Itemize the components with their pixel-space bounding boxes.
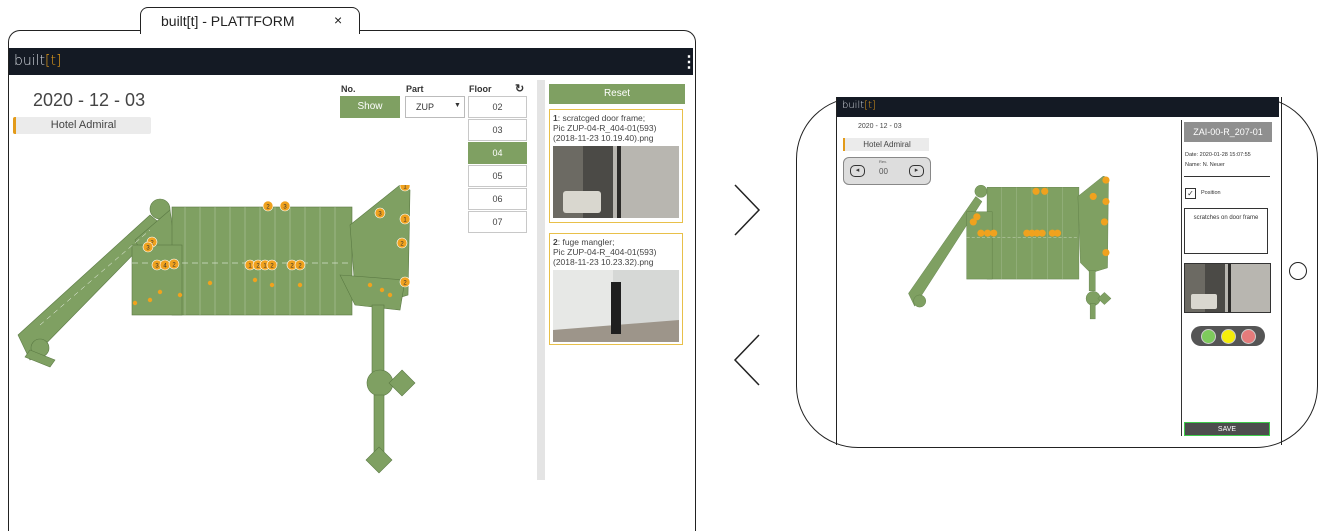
defect-file: Pic ZUP-04-R_404-01(593)(2018-11-23 10.2… — [553, 247, 657, 267]
next-arrow-icon[interactable] — [732, 183, 762, 237]
tablet-defect-marker[interactable] — [1038, 229, 1046, 237]
reset-button[interactable]: Reset — [549, 84, 685, 104]
defect-photo — [553, 146, 679, 218]
part-header: Part — [406, 84, 424, 94]
floor-option[interactable]: 05 — [468, 165, 527, 187]
tablet-brand-logo: built[t] — [842, 100, 876, 111]
floor-header: Floor — [469, 84, 492, 94]
defect-dot[interactable] — [297, 282, 303, 288]
meta-date: Date: 2020-01-28 15:07:55 — [1185, 152, 1251, 158]
home-button-icon[interactable] — [1289, 262, 1307, 280]
stepper-label: Rev. — [879, 159, 887, 164]
refresh-icon[interactable]: ↻ — [515, 82, 524, 95]
meta-name: Name: N. Neuer — [1185, 162, 1225, 168]
tablet-defect-marker[interactable] — [1089, 192, 1097, 200]
defect-dot[interactable] — [132, 300, 138, 306]
defect-dot[interactable] — [207, 280, 213, 286]
tablet-defect-marker[interactable] — [1053, 229, 1062, 237]
floor-plan-shape — [17, 185, 416, 474]
status-red-button[interactable] — [1241, 329, 1256, 344]
tab-title: built[t] - PLATTFORM — [161, 13, 295, 29]
floor-plan[interactable]: 233 4 22 31 2 1 2 2 231122 — [10, 185, 420, 475]
defect-dot[interactable] — [252, 277, 258, 283]
tablet-defect-marker[interactable] — [990, 229, 998, 237]
defect-card[interactable]: 1: scratcged door frame; Pic ZUP-04-R_40… — [549, 109, 683, 223]
defect-dot[interactable] — [157, 289, 163, 295]
prev-arrow-icon[interactable] — [732, 333, 762, 387]
floor-list: 02 03 04 05 06 07 — [468, 96, 527, 234]
defect-caption: 1: scratcged door frame; — [553, 113, 646, 123]
tablet-app-header: built[t] — [837, 97, 1279, 117]
part-value: ZUP — [416, 102, 434, 112]
position-checkbox[interactable]: ✓ — [1185, 188, 1196, 199]
room-title: ZAI-00-R_207-01 — [1184, 122, 1272, 142]
divider — [1184, 176, 1270, 177]
status-green-button[interactable] — [1201, 329, 1216, 344]
tablet-project-selector[interactable]: Hotel Admiral — [843, 138, 929, 151]
stepper-value: 00 — [879, 167, 888, 176]
floor-option[interactable]: 07 — [468, 211, 527, 233]
status-traffic-light — [1191, 326, 1265, 346]
app-header: built[t] ⋮ — [9, 48, 697, 75]
comment-textarea[interactable]: scratches on door frame — [1184, 208, 1268, 254]
tablet-defect-marker[interactable] — [983, 229, 992, 237]
defect-dot[interactable] — [147, 297, 153, 303]
tab-close-icon[interactable]: × — [334, 12, 342, 28]
tablet-defect-marker[interactable] — [1032, 187, 1040, 195]
show-button[interactable]: Show — [340, 96, 400, 118]
defect-dot[interactable] — [379, 287, 385, 293]
status-yellow-button[interactable] — [1221, 329, 1236, 344]
no-header: No. — [341, 84, 356, 94]
defect-photo — [553, 270, 679, 342]
scrollbar[interactable] — [537, 80, 545, 480]
floor-option[interactable]: 04 — [468, 142, 527, 164]
tablet-floor-plan[interactable] — [848, 176, 1170, 324]
dropdown-caret-icon: ▼ — [454, 102, 461, 109]
defect-dot[interactable] — [367, 282, 373, 288]
project-selector[interactable]: Hotel Admiral — [13, 117, 151, 134]
tablet-defect-marker[interactable] — [969, 218, 977, 226]
defect-dot[interactable] — [177, 292, 183, 298]
more-menu-icon[interactable]: ⋮ — [681, 52, 697, 72]
floor-option[interactable]: 02 — [468, 96, 527, 118]
save-button[interactable]: SAVE — [1184, 422, 1270, 436]
browser-tab[interactable]: built[t] - PLATTFORM × — [140, 7, 360, 34]
tablet-defect-marker[interactable] — [977, 229, 985, 237]
tablet-defect-marker[interactable] — [1102, 248, 1110, 257]
tablet-defect-photo[interactable] — [1184, 263, 1271, 313]
tablet-defect-marker[interactable] — [1102, 176, 1110, 184]
part-select[interactable]: ZUP ▼ — [405, 96, 465, 118]
defect-dot[interactable] — [269, 282, 275, 288]
floor-option[interactable]: 06 — [468, 188, 527, 210]
brand-logo: built[t] — [14, 53, 62, 69]
floor-option[interactable]: 03 — [468, 119, 527, 141]
tablet-defect-marker[interactable] — [1100, 218, 1109, 226]
defect-file: Pic ZUP-04-R_404-01(593)(2018-11-23 10.1… — [553, 123, 657, 143]
position-label: Position — [1201, 190, 1221, 196]
tablet-defect-marker[interactable] — [1041, 187, 1049, 195]
defect-dot[interactable] — [387, 292, 393, 298]
tablet-date: 2020 - 12 - 03 — [858, 123, 902, 130]
date-display: 2020 - 12 - 03 — [33, 90, 146, 110]
defect-card[interactable]: 2: fuge mangler; Pic ZUP-04-R_404-01(593… — [549, 233, 683, 345]
tablet-defect-marker[interactable] — [1102, 197, 1110, 206]
defect-caption: 2: fuge mangler; — [553, 237, 615, 247]
